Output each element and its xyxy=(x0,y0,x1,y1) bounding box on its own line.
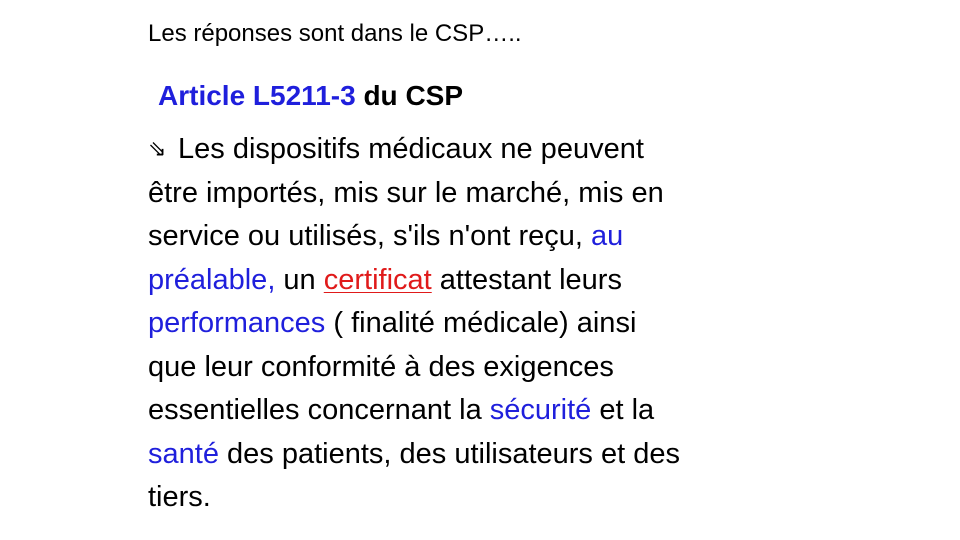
body-line-9: tiers. xyxy=(148,476,828,520)
article-heading-suffix: du CSP xyxy=(355,80,464,111)
body-text-segment: service ou utilisés, s'ils n'ont reçu, xyxy=(148,220,592,252)
body-text-segment: que leur conformité à des exigences xyxy=(148,350,614,383)
body-line-8: santé des patients, des utilisateurs et … xyxy=(148,433,828,477)
body-text-segment: essentielles concernant la xyxy=(148,394,490,426)
arrow-icon: ⇘ xyxy=(148,137,167,162)
emphasis-securite: sécurité xyxy=(489,394,592,426)
body-line-6: que leur conformité à des exigences xyxy=(148,346,828,390)
body-text-segment: un xyxy=(275,263,324,296)
body-text-segment: ( finalité médicale) ainsi xyxy=(325,307,637,339)
body-line-7: essentielles concernant la sécurité et l… xyxy=(148,389,828,433)
article-heading: Article L5211-3 du CSP xyxy=(158,74,463,118)
emphasis-certificat: certificat xyxy=(323,263,432,296)
intro-text: Les réponses sont dans le CSP….. xyxy=(148,20,522,47)
body-text-segment: attestant leurs xyxy=(431,263,622,296)
body-text-segment: Les dispositifs médicaux ne peuvent xyxy=(178,133,644,165)
body-text-segment: et la xyxy=(591,394,655,426)
emphasis-au: au xyxy=(591,220,624,252)
body-line-3: service ou utilisés, s'ils n'ont reçu, a… xyxy=(148,215,828,259)
body-text-segment: des patients, des utilisateurs et des xyxy=(218,437,680,470)
body-text-segment: être importés, mis sur le marché, mis en xyxy=(148,176,664,209)
slide: Les réponses sont dans le CSP….. Article… xyxy=(0,0,960,540)
body-text-segment: tiers. xyxy=(148,481,211,513)
emphasis-sante: santé xyxy=(148,437,219,470)
body-line-4: préalable, un certificat attestant leurs xyxy=(148,259,828,303)
emphasis-performances: performances xyxy=(148,307,326,339)
body-line-2: être importés, mis sur le marché, mis en xyxy=(148,172,828,216)
body-line-1: ⇘ Les dispositifs médicaux ne peuvent xyxy=(148,128,828,172)
body-line-5: performances ( finalité médicale) ainsi xyxy=(148,302,828,346)
emphasis-prealable: préalable, xyxy=(148,263,276,296)
article-reference: Article L5211-3 xyxy=(158,80,356,111)
article-body: ⇘ Les dispositifs médicaux ne peuvent êtr… xyxy=(148,128,828,520)
